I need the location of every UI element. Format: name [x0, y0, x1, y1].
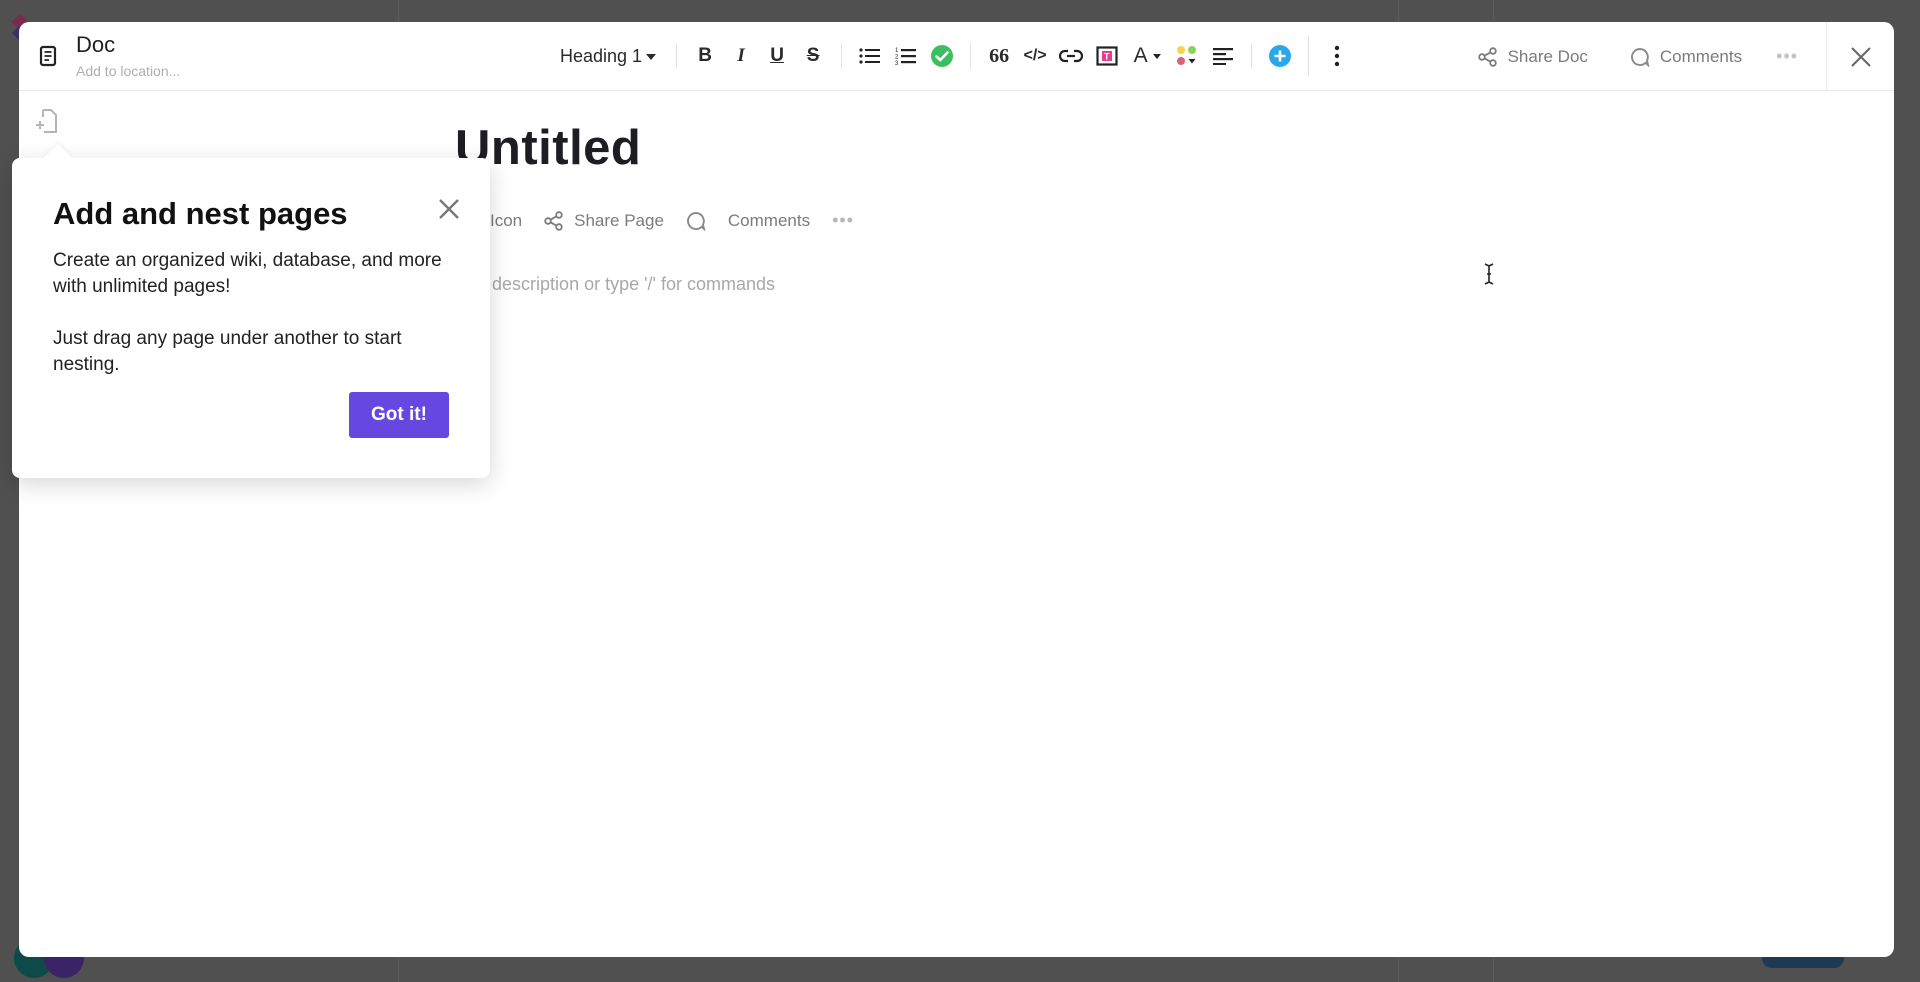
page-more-options-icon[interactable]: ••• — [832, 210, 854, 231]
share-icon — [1477, 46, 1497, 67]
align-left-icon — [1213, 48, 1234, 65]
page-comments-button[interactable]: Comments — [686, 211, 810, 231]
numbered-list-icon: 123 — [895, 48, 917, 66]
caret-down-icon — [646, 54, 657, 60]
comment-icon — [1630, 47, 1650, 67]
align-button[interactable] — [1208, 41, 1238, 71]
underline-button[interactable]: U — [762, 41, 792, 71]
popover-close-button[interactable] — [432, 192, 466, 226]
checklist-button[interactable] — [927, 41, 957, 71]
toolbar-divider — [1308, 36, 1310, 76]
header-actions: Share Doc Comments ••• — [1477, 22, 1894, 91]
checkmark-circle-icon — [931, 45, 954, 67]
close-icon — [1850, 46, 1871, 67]
toolbar-divider — [1251, 43, 1253, 69]
page-actions: Add Icon Share Page Comments ••• — [455, 210, 854, 231]
text-cursor-icon — [1484, 263, 1494, 285]
text-banner-icon: T — [1096, 46, 1118, 66]
quote-icon: 66 — [989, 44, 1010, 67]
add-page-icon — [36, 109, 57, 133]
quote-button[interactable]: 66 — [984, 41, 1014, 71]
insert-button[interactable] — [1265, 41, 1295, 71]
plus-circle-icon — [1269, 45, 1292, 67]
bulleted-list-button[interactable] — [855, 41, 885, 71]
got-it-button[interactable]: Got it! — [349, 392, 449, 438]
toolbar-more-button[interactable] — [1322, 41, 1352, 71]
svg-text:T: T — [1104, 52, 1110, 62]
link-icon — [1059, 49, 1084, 63]
comment-icon — [686, 211, 706, 231]
add-page-button[interactable] — [33, 106, 59, 136]
text-color-icon: A — [1133, 44, 1148, 67]
color-palette-icon — [1177, 46, 1197, 65]
comments-label: Comments — [1659, 46, 1743, 66]
modal-header: Doc Add to location... Heading 1 B I U S… — [19, 22, 1894, 91]
add-to-location-link[interactable]: Add to location... — [76, 63, 180, 79]
strikethrough-button[interactable]: S — [798, 41, 828, 71]
popover-paragraph: Just drag any page under another to star… — [53, 328, 402, 375]
link-button[interactable] — [1056, 41, 1086, 71]
svg-text:2: 2 — [895, 55, 899, 61]
code-button[interactable]: </> — [1020, 41, 1050, 71]
more-options-icon[interactable]: ••• — [1776, 46, 1798, 67]
highlight-color-button[interactable] — [1172, 41, 1202, 71]
description-placeholder: Add description or type '/' for commands — [455, 274, 776, 294]
comments-button[interactable]: Comments — [1630, 47, 1742, 67]
code-icon: </> — [1023, 47, 1047, 64]
share-doc-button[interactable]: Share Doc — [1477, 46, 1588, 67]
onboarding-popover: Add and nest pages Create an organized w… — [12, 143, 490, 478]
doc-title[interactable]: Doc — [76, 32, 115, 58]
page-comments-label: Comments — [727, 210, 811, 230]
bulleted-list-icon — [859, 48, 881, 64]
italic-icon: I — [737, 45, 745, 66]
toolbar-divider — [676, 43, 678, 69]
banner-button[interactable]: T — [1092, 41, 1122, 71]
strikethrough-icon: S — [806, 45, 820, 66]
text-color-button[interactable]: A — [1128, 41, 1166, 71]
description-input[interactable]: Add description or type '/' for commands — [455, 274, 775, 295]
popover-body: Create an organized wiki, database, and … — [53, 248, 463, 378]
caret-down-icon — [1152, 53, 1161, 59]
heading-style-label: Heading 1 — [560, 45, 643, 66]
document-icon — [37, 44, 59, 68]
formatting-toolbar: Heading 1 B I U S 123 66 </> T A — [560, 36, 1355, 76]
popover-paragraph: Create an organized wiki, database, and … — [53, 250, 442, 297]
svg-text:1: 1 — [895, 48, 899, 54]
heading-style-dropdown[interactable]: Heading 1 — [560, 45, 657, 67]
underline-icon: U — [770, 45, 784, 66]
italic-button[interactable]: I — [726, 41, 756, 71]
close-icon — [439, 199, 459, 219]
share-page-button[interactable]: Share Page — [544, 211, 664, 231]
toolbar-divider — [841, 43, 843, 69]
close-modal-button[interactable] — [1826, 22, 1894, 91]
numbered-list-button[interactable]: 123 — [891, 41, 921, 71]
share-doc-label: Share Doc — [1507, 46, 1588, 66]
share-page-label: Share Page — [574, 210, 664, 230]
bold-icon: B — [698, 45, 712, 66]
share-icon — [544, 210, 563, 231]
toolbar-divider — [970, 43, 972, 69]
bold-button[interactable]: B — [690, 41, 720, 71]
popover-title: Add and nest pages — [53, 196, 348, 231]
svg-text:3: 3 — [895, 61, 899, 66]
vertical-dots-icon — [1334, 45, 1340, 67]
